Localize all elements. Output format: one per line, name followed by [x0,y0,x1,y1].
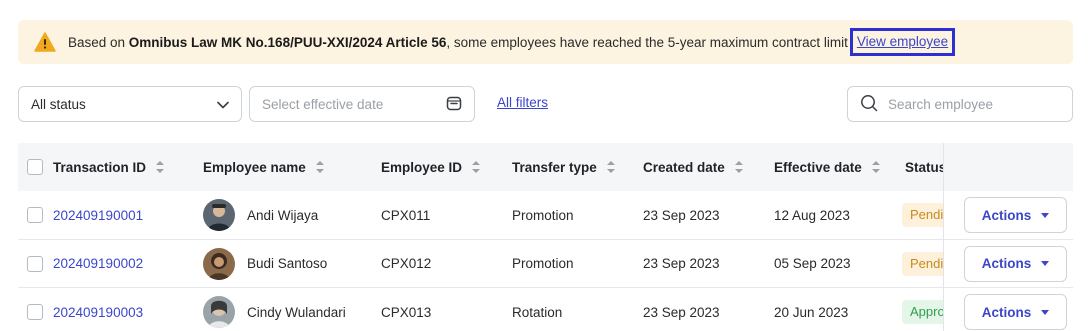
employee-name: Cindy Wulandari [247,304,346,320]
sticky-column-divider [943,143,944,331]
row-checkbox[interactable] [27,207,43,223]
transaction-id-link[interactable]: 202409190001 [53,191,143,239]
header-status-label: Status [905,159,943,175]
caret-down-icon [1041,261,1050,266]
warning-icon [34,32,56,52]
sort-icon[interactable] [606,161,615,173]
actions-button[interactable]: Actions [964,197,1067,233]
status-cell: Pending [902,240,944,288]
transfer-type: Promotion [512,256,574,271]
caret-down-icon [1041,212,1050,218]
sort-icon[interactable] [472,161,481,173]
status-cell: Pending [902,191,944,239]
banner-law-reference: Omnibus Law MK No.168/PUU-XXI/2024 Artic… [128,34,447,50]
table-row[interactable]: 202409190001 Andi Wijaya CPX011 Promotio… [18,191,1073,240]
status-badge: Pending [902,203,944,227]
avatar [203,247,235,280]
status-badge: Pending [902,251,944,276]
employee-name: Budi Santoso [247,256,328,271]
sort-icon[interactable] [734,161,743,173]
employee-name-cell: Andi Wijaya [203,191,318,239]
actions-label: Actions [981,207,1032,223]
effective-date: 12 Aug 2023 [774,207,850,223]
header-status[interactable]: Status [905,143,943,191]
actions-button[interactable]: Actions [964,294,1067,330]
table-row[interactable]: 202409190003 Cindy Wulandari CPX013 Rota… [18,288,1073,331]
sort-icon[interactable] [315,161,324,173]
employee-name: Andi Wijaya [247,207,319,223]
transfer-table: Transaction ID Employee name Employee ID… [18,143,1073,331]
row-checkbox-cell [27,240,43,288]
effective-date-picker[interactable]: Select effective date [249,86,475,122]
header-employee-name-label: Employee name [203,159,306,175]
table-header: Transaction ID Employee name Employee ID… [18,143,1073,191]
banner-prefix: Based on [68,34,129,50]
sort-icon[interactable] [156,161,165,173]
row-checkbox[interactable] [27,304,43,320]
row-checkbox-cell [27,191,43,239]
transfer-type: Promotion [512,207,574,223]
banner-message: Based on Omnibus Law MK No.168/PUU-XXI/2… [68,35,848,50]
avatar [203,296,235,328]
row-checkbox[interactable] [27,255,43,272]
status-cell: Approved [902,288,944,331]
status-select[interactable]: All status [18,86,242,122]
header-transaction-id-label: Transaction ID [53,159,147,175]
employee-id: CPX011 [381,207,431,223]
effective-date: 05 Sep 2023 [774,256,851,271]
header-effective-date[interactable]: Effective date [774,143,880,191]
row-checkbox-cell [27,288,43,331]
header-created-date-label: Created date [643,159,725,175]
employee-id: CPX013 [381,304,432,320]
actions-label: Actions [981,304,1032,320]
transfer-type: Rotation [512,304,563,320]
header-employee-id[interactable]: Employee ID [381,143,481,191]
actions-button[interactable]: Actions [964,245,1067,282]
search-icon [860,94,878,115]
avatar [203,199,235,231]
transaction-id-link[interactable]: 202409190002 [53,240,143,288]
caret-down-icon [1041,309,1050,315]
search-input[interactable]: Search employee [847,86,1073,122]
effective-date: 20 Jun 2023 [774,304,849,320]
contract-limit-banner: Based on Omnibus Law MK No.168/PUU-XXI/2… [18,20,1073,64]
all-filters-link[interactable]: All filters [497,95,548,110]
transaction-id-link[interactable]: 202409190003 [53,288,143,331]
header-transaction-id[interactable]: Transaction ID [27,143,165,191]
header-employee-id-label: Employee ID [381,159,463,175]
employee-name-cell: Budi Santoso [203,240,327,288]
actions-label: Actions [981,256,1032,271]
chevron-down-icon [217,97,229,112]
calendar-icon [446,95,462,114]
select-all-checkbox[interactable] [27,159,43,175]
status-select-value: All status [31,96,86,112]
header-employee-name[interactable]: Employee name [203,143,324,191]
header-effective-date-label: Effective date [774,159,862,175]
created-date: 23 Sep 2023 [643,207,720,223]
header-transfer-type-label: Transfer type [512,159,597,175]
banner-suffix: , some employees have reached the 5-year… [446,34,848,50]
status-badge: Approved [902,300,944,324]
view-employee-link[interactable]: View employee [849,28,956,56]
created-date: 23 Sep 2023 [643,256,720,271]
search-placeholder: Search employee [888,96,994,112]
filter-bar: All status Select effective date All fil… [18,86,1073,122]
created-date: 23 Sep 2023 [643,304,720,320]
sort-icon[interactable] [871,161,880,173]
date-placeholder: Select effective date [262,96,384,112]
employee-id: CPX012 [381,256,432,271]
table-row[interactable]: 202409190002 Budi Santoso CPX012 Promoti… [18,239,1073,288]
header-transfer-type[interactable]: Transfer type [512,143,615,191]
header-created-date[interactable]: Created date [643,143,743,191]
employee-name-cell: Cindy Wulandari [203,288,346,331]
